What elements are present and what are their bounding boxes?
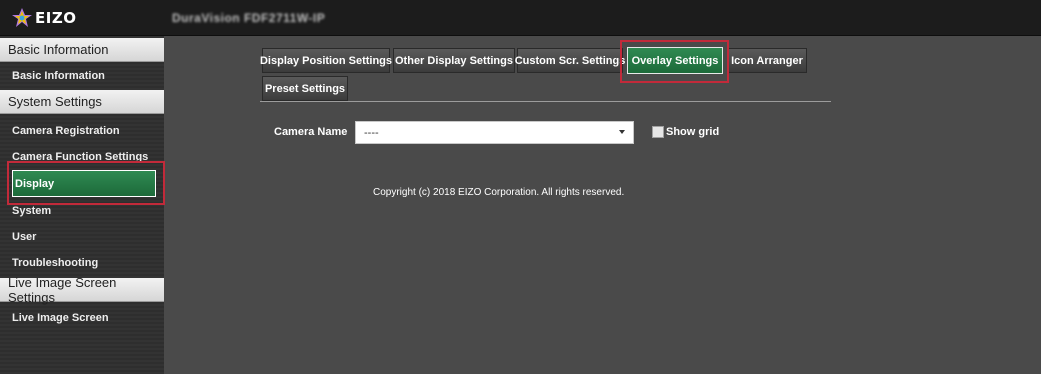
product-name: DuraVision FDF2711W-IP — [172, 11, 326, 25]
sidebar-item-live-image-screen[interactable]: Live Image Screen — [0, 306, 164, 330]
chevron-down-icon — [619, 130, 625, 134]
tab-custom-scr-settings[interactable]: Custom Scr. Settings — [515, 48, 625, 73]
eizo-logo: EIZO — [11, 7, 76, 29]
top-header: EIZO DuraVision FDF2711W-IP — [0, 0, 1041, 36]
sidebar-item-camera-function-settings[interactable]: Camera Function Settings — [0, 145, 164, 169]
tab-other-display-settings[interactable]: Other Display Settings — [393, 48, 515, 73]
tab-overlay-settings[interactable]: Overlay Settings — [627, 47, 723, 74]
tab-divider — [260, 101, 831, 102]
sidebar: Basic Information Basic Information Syst… — [0, 36, 164, 374]
camera-name-select[interactable]: ---- — [355, 121, 634, 144]
show-grid-label: Show grid — [666, 126, 720, 138]
copyright-text: Copyright (c) 2018 EIZO Corporation. All… — [373, 187, 625, 198]
logo-text: EIZO — [35, 9, 77, 27]
eizo-logo-icon — [12, 8, 32, 27]
sidebar-section-basic-information[interactable]: Basic Information — [0, 38, 164, 62]
tab-display-position-settings[interactable]: Display Position Settings — [260, 48, 392, 73]
tab-preset-settings[interactable]: Preset Settings — [262, 76, 348, 101]
sidebar-item-display[interactable]: Display — [12, 170, 156, 197]
sidebar-item-troubleshooting[interactable]: Troubleshooting — [0, 251, 164, 275]
sidebar-section-live-image-screen-settings[interactable]: Live Image Screen Settings — [0, 275, 164, 305]
sidebar-item-system[interactable]: System — [0, 199, 164, 223]
sidebar-item-basic-information[interactable]: Basic Information — [0, 64, 164, 88]
sidebar-item-camera-registration[interactable]: Camera Registration — [0, 119, 164, 143]
sidebar-item-user[interactable]: User — [0, 225, 164, 249]
show-grid-checkbox[interactable] — [652, 126, 664, 138]
tab-icon-arranger[interactable]: Icon Arranger — [727, 48, 807, 73]
sidebar-section-system-settings[interactable]: System Settings — [0, 90, 164, 114]
camera-name-value: ---- — [364, 126, 379, 139]
camera-name-label: Camera Name — [274, 126, 348, 138]
